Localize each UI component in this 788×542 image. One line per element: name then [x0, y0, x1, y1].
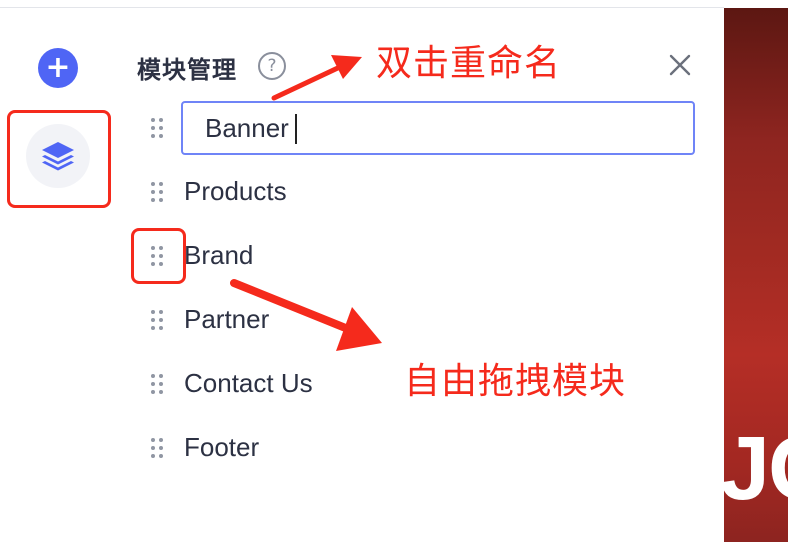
preview-image: JC	[724, 8, 788, 542]
preview-text: JC	[724, 419, 788, 519]
rename-hint-annotation: 双击重命名	[376, 43, 562, 84]
drag-hint-annotation: 自由拖拽模块	[404, 361, 627, 402]
